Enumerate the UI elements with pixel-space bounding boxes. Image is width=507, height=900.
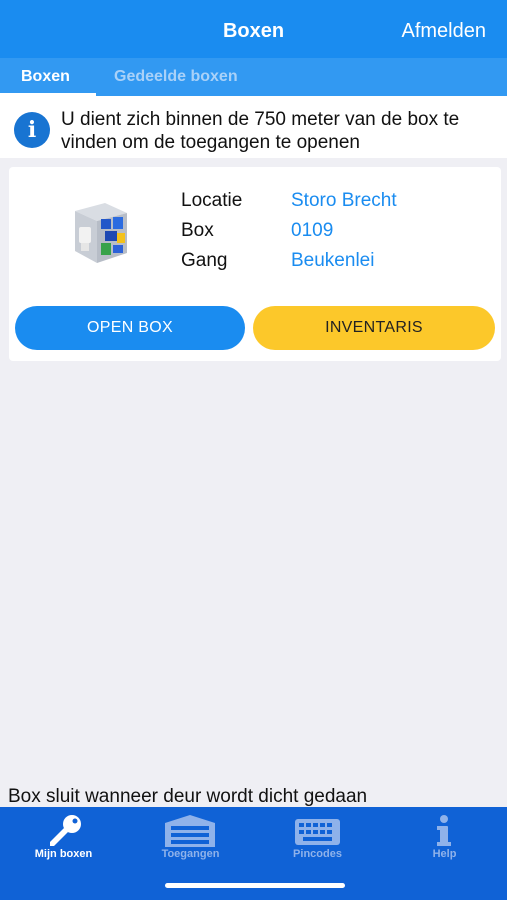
tab-label: Help (432, 848, 457, 860)
info-icon: i (14, 112, 50, 148)
tab-mijn-boxen[interactable]: Mijn boxen (0, 807, 127, 877)
info-text: U dient zich binnen de 750 meter van de … (61, 109, 460, 153)
navigation-bar: Boxen Afmelden (0, 0, 507, 58)
tab-boxen[interactable]: Boxen (21, 68, 70, 86)
home-indicator[interactable] (165, 883, 345, 888)
tab-toegangen[interactable]: Toegangen (127, 807, 254, 877)
logout-button[interactable]: Afmelden (402, 20, 487, 43)
location-value: Storo Brecht (291, 190, 397, 211)
tab-gedeelde-boxen[interactable]: Gedeelde boxen (114, 68, 238, 86)
hallway-value: Beukenlei (291, 250, 375, 271)
box-card: Locatie Storo Brecht Box 0109 Gang Beuke… (9, 167, 501, 361)
keyboard-icon (295, 819, 340, 845)
info-banner: i U dient zich binnen de 750 meter van d… (0, 96, 507, 158)
tab-label: Toegangen (161, 848, 220, 860)
open-box-button[interactable]: OPEN BOX (15, 306, 245, 350)
box-value: 0109 (291, 220, 334, 241)
top-tabs: Boxen Gedeelde boxen (0, 58, 507, 96)
footer-note: Box sluit wanneer deur wordt dicht gedaa… (8, 786, 368, 807)
inventory-button[interactable]: INVENTARIS (253, 306, 495, 350)
location-label: Locatie (181, 190, 243, 211)
tab-label: Pincodes (293, 848, 342, 860)
key-icon (50, 815, 81, 846)
tab-label: Mijn boxen (34, 848, 93, 860)
storage-box-image (75, 203, 127, 263)
info-icon (437, 815, 451, 846)
tab-help[interactable]: Help (381, 807, 507, 877)
hallway-label: Gang (181, 250, 228, 271)
garage-door-icon (165, 815, 215, 847)
tab-pincodes[interactable]: Pincodes (254, 807, 381, 877)
box-label: Box (181, 220, 214, 241)
